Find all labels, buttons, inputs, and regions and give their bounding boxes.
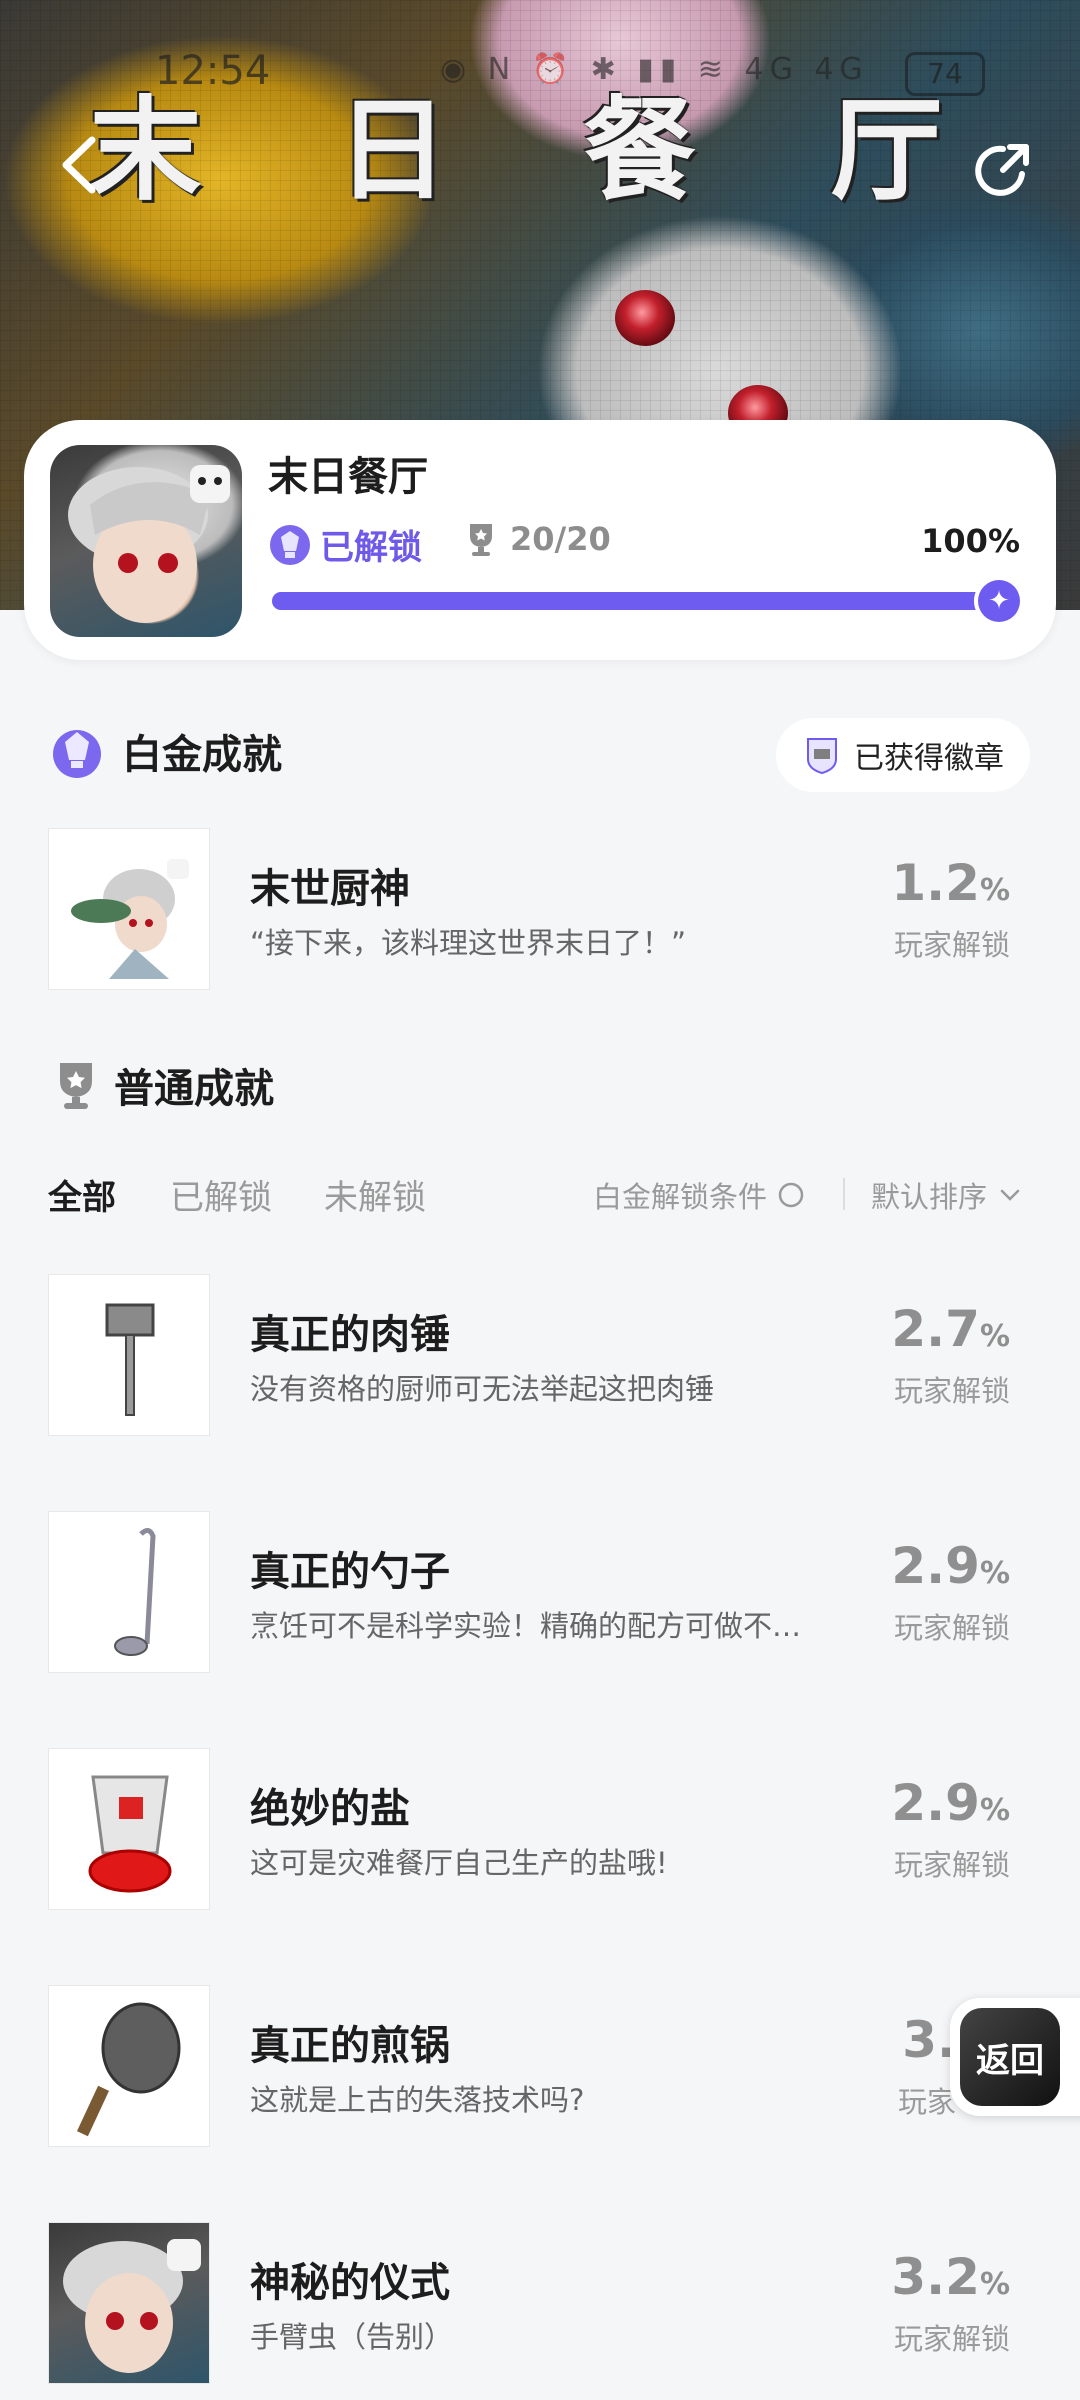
trophy-count-text: 20/20 <box>510 520 611 558</box>
filter-divider <box>843 1178 845 1210</box>
percent-value: 2.9 <box>891 1774 980 1832</box>
achievement-description: 烹饪可不是科学实验！精确的配方可做不… <box>250 1609 802 1643</box>
achievement-percent: 3. <box>902 2011 956 2069</box>
percent-unit: % <box>979 873 1010 908</box>
game-summary-card: 末日餐厅 已解锁 20/20 100% ✦ <box>24 420 1056 660</box>
achievement-row[interactable]: 真正的勺子 烹饪可不是科学实验！精确的配方可做不… 2.9% 玩家解锁 <box>48 1511 1038 1675</box>
chevron-left-icon <box>62 136 96 194</box>
percent-value: 3.2 <box>891 2248 980 2306</box>
character-portrait-icon <box>68 465 230 623</box>
trophy-icon <box>60 1063 92 1109</box>
tab-all[interactable]: 全部 <box>48 1170 116 1219</box>
achievement-player-label: 玩家解锁 <box>893 1611 1010 1645</box>
percent-unit: % <box>979 2267 1010 2302</box>
completion-percent: 100% <box>921 522 1020 560</box>
unlocked-label: 已解锁 <box>320 528 422 568</box>
sort-label: 默认排序 <box>871 1180 988 1214</box>
platinum-achievement-row[interactable]: 末世厨神 “接下来，该料理这世界末日了！” 1.2% 玩家解锁 <box>48 828 1038 992</box>
salt-shaker-icon <box>48 1748 210 1910</box>
ritual-character-art <box>63 2239 201 2373</box>
percent-unit: % <box>979 1793 1010 1828</box>
achievement-percent: 3.2% <box>891 2248 1010 2306</box>
achievement-description: 这可是灾难餐厅自己生产的盐哦! <box>250 1846 668 1880</box>
chef-character-icon <box>48 828 210 990</box>
share-icon <box>975 144 1029 196</box>
earned-badge-label: 已获得徽章 <box>854 741 1004 776</box>
radio-unchecked-icon <box>778 1182 804 1208</box>
meat-hammer-art <box>105 1303 155 1416</box>
achievement-title: 真正的肉锤 <box>250 1312 450 1358</box>
platinum-trophy-icon <box>53 730 101 778</box>
achievement-description: 手臂虫（告别） <box>250 2320 454 2354</box>
achievement-tabs: 全部 已解锁 未解锁 白金解锁条件 默认排序 <box>48 1170 1038 1230</box>
salt-shaker-art <box>88 1775 172 1893</box>
return-label: 返回 <box>960 2008 1060 2106</box>
achievement-row[interactable]: 神秘的仪式 手臂虫（告别） 3.2% 玩家解锁 <box>48 2222 1038 2386</box>
game-name: 末日餐厅 <box>268 454 428 500</box>
achievement-percent: 2.9% <box>891 1774 1010 1832</box>
percent-value: 1.2 <box>891 854 980 912</box>
platinum-trophy-icon <box>270 524 310 565</box>
achievement-description: 没有资格的厨师可无法举起这把肉锤 <box>250 1372 715 1406</box>
percent-value: 2.9 <box>891 1537 980 1595</box>
achievement-player-label: 玩家解锁 <box>893 928 1010 962</box>
sort-dropdown[interactable]: 默认排序 <box>871 1174 1023 1216</box>
normal-section-title: 普通成就 <box>114 1066 274 1112</box>
floating-return-button[interactable]: 返回 <box>950 1998 1080 2116</box>
achievement-row[interactable]: 绝妙的盐 这可是灾难餐厅自己生产的盐哦! 2.9% 玩家解锁 <box>48 1748 1038 1912</box>
platinum-section-title: 白金成就 <box>122 732 282 778</box>
ladle-art <box>114 1528 156 1656</box>
trophy-icon <box>470 524 492 556</box>
normal-section-header: 普通成就 <box>54 1056 274 1114</box>
platinum-condition-filter[interactable]: 白金解锁条件 <box>593 1174 805 1216</box>
back-button[interactable] <box>50 130 110 200</box>
progress-fill <box>272 592 1012 610</box>
achievement-player-label: 玩家 <box>897 2085 956 2119</box>
character-eye-left <box>615 290 675 346</box>
achievement-row[interactable]: 真正的煎锅 这就是上古的失落技术吗? 3. 玩家 <box>48 1985 1038 2149</box>
character-portrait-icon <box>48 2222 210 2384</box>
completion-progress-bar: ✦ <box>272 580 1020 622</box>
percent-unit: % <box>979 1319 1010 1354</box>
frying-pan-icon <box>48 1985 210 2147</box>
share-button[interactable] <box>970 138 1036 204</box>
unlocked-status: 已解锁 <box>268 520 422 569</box>
page-title: 末 日 餐 厅 <box>89 86 991 216</box>
chef-art-icon <box>71 859 189 979</box>
tab-unlocked[interactable]: 已解锁 <box>170 1170 272 1219</box>
achievement-title: 真正的煎锅 <box>250 2023 450 2069</box>
sparkle-icon: ✦ <box>978 580 1020 622</box>
chevron-down-icon <box>1000 1189 1020 1201</box>
badge-icon <box>807 738 837 775</box>
platinum-section-header: 白金成就 <box>48 722 282 780</box>
achievement-title: 绝妙的盐 <box>250 1786 410 1832</box>
percent-unit: % <box>979 1556 1010 1591</box>
frying-pan-art <box>76 2002 181 2137</box>
achievement-description: “接下来，该料理这世界末日了！” <box>250 926 687 960</box>
achievement-percent: 2.9% <box>891 1537 1010 1595</box>
achievement-title: 末世厨神 <box>250 866 410 912</box>
achievement-percent: 2.7% <box>891 1300 1010 1358</box>
trophy-count: 20/20 <box>464 520 611 558</box>
filter-label: 白金解锁条件 <box>593 1180 768 1214</box>
achievement-player-label: 玩家解锁 <box>893 1848 1010 1882</box>
percent-value: 3. <box>902 2011 956 2069</box>
achievement-title: 神秘的仪式 <box>250 2260 450 2306</box>
achievement-percent: 1.2% <box>891 854 1010 912</box>
meat-hammer-icon <box>48 1274 210 1436</box>
achievement-description: 这就是上古的失落技术吗? <box>250 2083 585 2117</box>
game-cover-image[interactable] <box>50 445 242 637</box>
tab-locked[interactable]: 未解锁 <box>324 1170 426 1219</box>
achievement-row[interactable]: 真正的肉锤 没有资格的厨师可无法举起这把肉锤 2.7% 玩家解锁 <box>48 1274 1038 1438</box>
percent-value: 2.7 <box>891 1300 980 1358</box>
achievement-player-label: 玩家解锁 <box>893 1374 1010 1408</box>
achievement-player-label: 玩家解锁 <box>893 2322 1010 2356</box>
achievement-title: 真正的勺子 <box>250 1549 450 1595</box>
earned-badge-button[interactable]: 已获得徽章 <box>776 718 1030 792</box>
ladle-icon <box>48 1511 210 1673</box>
